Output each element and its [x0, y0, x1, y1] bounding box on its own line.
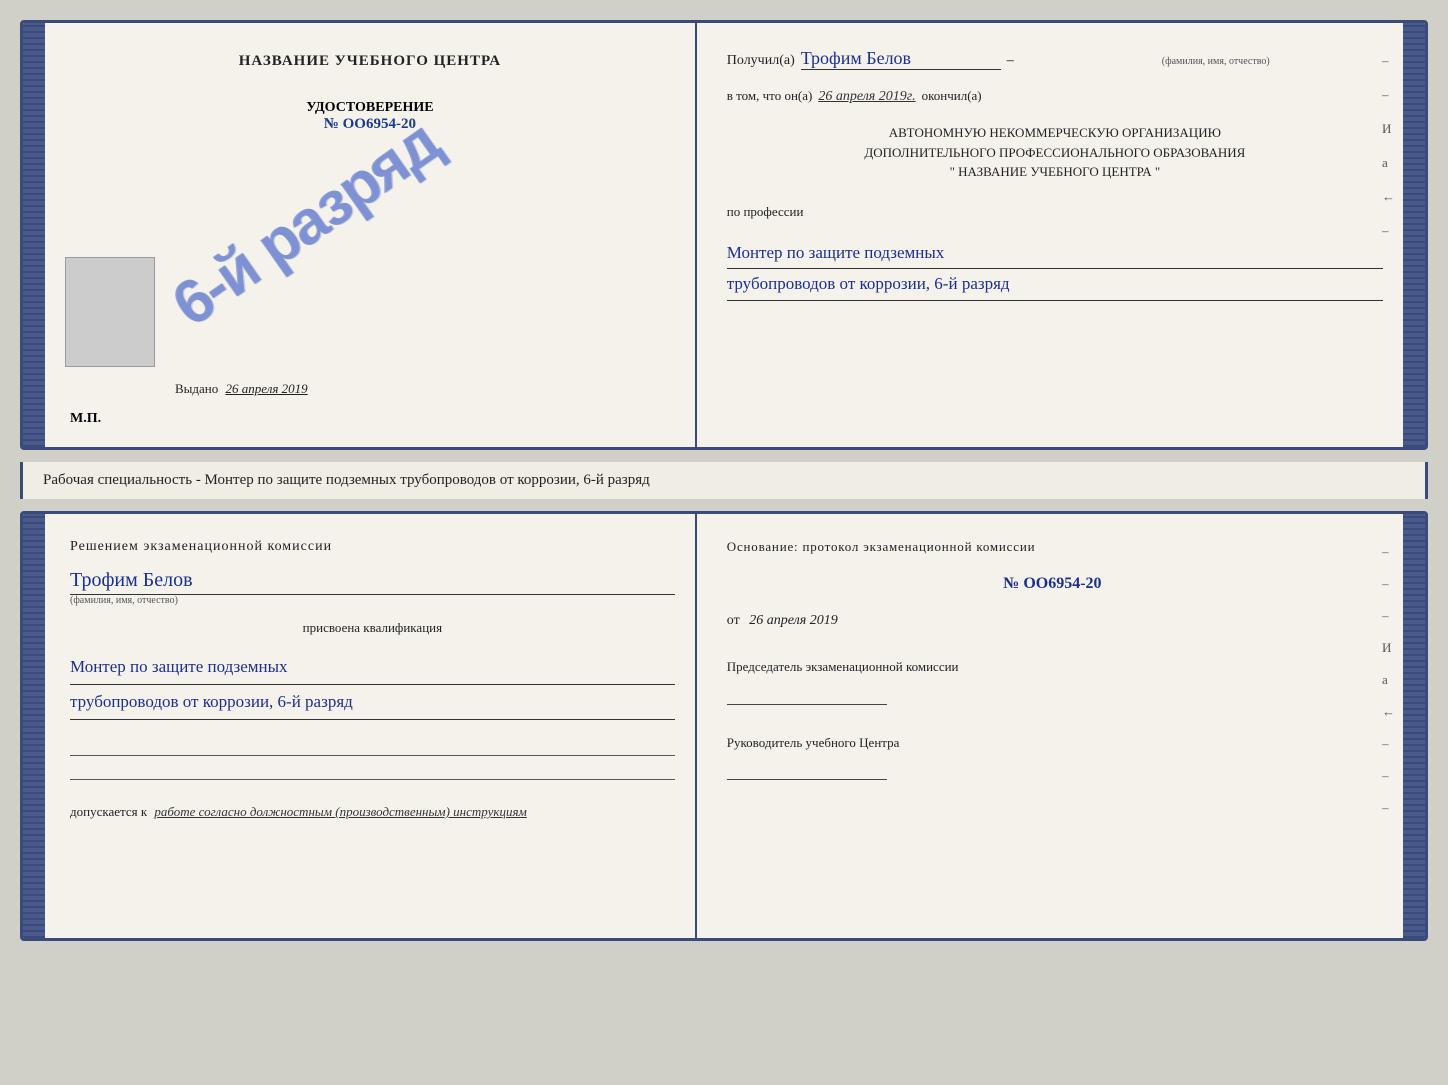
predsedatel-block: Председатель экзаменационной комиссии: [727, 657, 1378, 705]
certificate-bottom: Решением экзаменационной комиссии Трофим…: [20, 511, 1428, 941]
right-texture-top: [1403, 23, 1425, 447]
cert-right: Получил(a) Трофим Белов – (фамилия, имя,…: [697, 23, 1403, 447]
cert-bottom-left: Решением экзаменационной комиссии Трофим…: [45, 514, 697, 938]
completion-date: 26 апреля 2019г.: [818, 89, 915, 105]
name-block: Трофим Белов (фамилия, имя, отчество): [70, 569, 675, 606]
resheniyem-text: Решением экзаменационной комиссии: [70, 539, 675, 555]
udostoverenie-label: УДОСТОВЕРЕНИЕ: [306, 100, 433, 116]
cert-left: НАЗВАНИЕ УЧЕБНОГО ЦЕНТРА УДОСТОВЕРЕНИЕ №…: [45, 23, 697, 447]
ot-line: от 26 апреля 2019: [727, 613, 1378, 629]
page-wrapper: НАЗВАНИЕ УЧЕБНОГО ЦЕНТРА УДОСТОВЕРЕНИЕ №…: [20, 20, 1428, 941]
name-sublabel: (фамилия, имя, отчество): [1116, 56, 1316, 67]
vydano-block: Выдано 26 апреля 2019: [175, 381, 308, 397]
profession-line1: Монтер по защите подземных: [727, 238, 1383, 270]
vtom-label: в том, что он(a): [727, 88, 813, 104]
poluchil-row: Получил(a) Трофим Белов – (фамилия, имя,…: [727, 48, 1383, 70]
cert-bottom-right: Основание: протокол экзаменационной коми…: [697, 514, 1403, 938]
qualification-block: Монтер по защите подземных трубопроводов…: [70, 650, 675, 720]
bottom-name-sublabel: (фамилия, имя, отчество): [70, 595, 675, 606]
profession-line2: трубопроводов от коррозии, 6-й разряд: [727, 269, 1383, 301]
ot-label: от: [727, 613, 740, 628]
right-texture-bottom: [1403, 514, 1425, 938]
middle-text: Рабочая специальность - Монтер по защите…: [20, 462, 1428, 499]
predsedatel-label: Председатель экзаменационной комиссии: [727, 657, 1378, 677]
okochil-label: окончил(a): [922, 88, 982, 104]
predsedatel-signature-line: [727, 685, 887, 705]
organization-block: АВТОНОМНУЮ НЕКОММЕРЧЕСКУЮ ОРГАНИЗАЦИЮ ДО…: [727, 123, 1383, 182]
org-line3: " НАЗВАНИЕ УЧЕБНОГО ЦЕНТРА ": [727, 162, 1383, 182]
certificate-top: НАЗВАНИЕ УЧЕБНОГО ЦЕНТРА УДОСТОВЕРЕНИЕ №…: [20, 20, 1428, 450]
dash-after-name: –: [1007, 53, 1014, 69]
qual-line2: трубопроводов от коррозии, 6-й разряд: [70, 685, 675, 720]
vtom-row: в том, что он(a) 26 апреля 2019г. окончи…: [727, 88, 1383, 105]
cert-title: НАЗВАНИЕ УЧЕБНОГО ЦЕНТРА: [239, 53, 501, 70]
mp-label: М.П.: [70, 411, 101, 427]
poluchil-label: Получил(a): [727, 53, 795, 69]
vydano-date: 26 апреля 2019: [226, 381, 308, 396]
bottom-name: Трофим Белов: [70, 569, 675, 595]
udostoverenie-block: УДОСТОВЕРЕНИЕ № OO6954-20: [306, 100, 433, 133]
org-line1: АВТОНОМНУЮ НЕКОММЕРЧЕСКУЮ ОРГАНИЗАЦИЮ: [727, 123, 1383, 143]
lines-block: [70, 738, 675, 780]
dopuskaetsya-label: допускается к: [70, 804, 147, 819]
org-line2: ДОПОЛНИТЕЛЬНОГО ПРОФЕССИОНАЛЬНОГО ОБРАЗО…: [727, 143, 1383, 163]
underline2: [70, 762, 675, 780]
stamp-text: 6-й разряд: [159, 106, 451, 340]
rukovoditel-signature-line: [727, 760, 887, 780]
work-text: работе согласно должностным (производств…: [154, 804, 526, 819]
rukovoditel-block: Руководитель учебного Центра: [727, 733, 1378, 781]
underline1: [70, 738, 675, 756]
photo-placeholder: [65, 257, 155, 367]
protocol-number: № OO6954-20: [727, 575, 1378, 593]
vydano-label: Выдано: [175, 381, 218, 396]
qual-line1: Монтер по защите подземных: [70, 650, 675, 685]
cert-number: № OO6954-20: [306, 116, 433, 133]
right-dashes: – – И а ← –: [1382, 53, 1395, 239]
left-texture: [23, 23, 45, 447]
bottom-right-dashes: – – – И а ← – – –: [1382, 544, 1395, 816]
profession-block: Монтер по защите подземных трубопроводов…: [727, 238, 1383, 301]
po-professii-label: по профессии: [727, 204, 1383, 220]
left-texture-bottom: [23, 514, 45, 938]
recipient-name: Трофим Белов: [801, 48, 1001, 70]
dopuskaetsya-block: допускается к работе согласно должностны…: [70, 804, 675, 820]
osnovaniye-block: Основание: протокол экзаменационной коми…: [727, 539, 1378, 555]
rukovoditel-label: Руководитель учебного Центра: [727, 733, 1378, 753]
prisvoyena-text: присвоена квалификация: [70, 620, 675, 636]
protocol-date: 26 апреля 2019: [749, 613, 837, 628]
